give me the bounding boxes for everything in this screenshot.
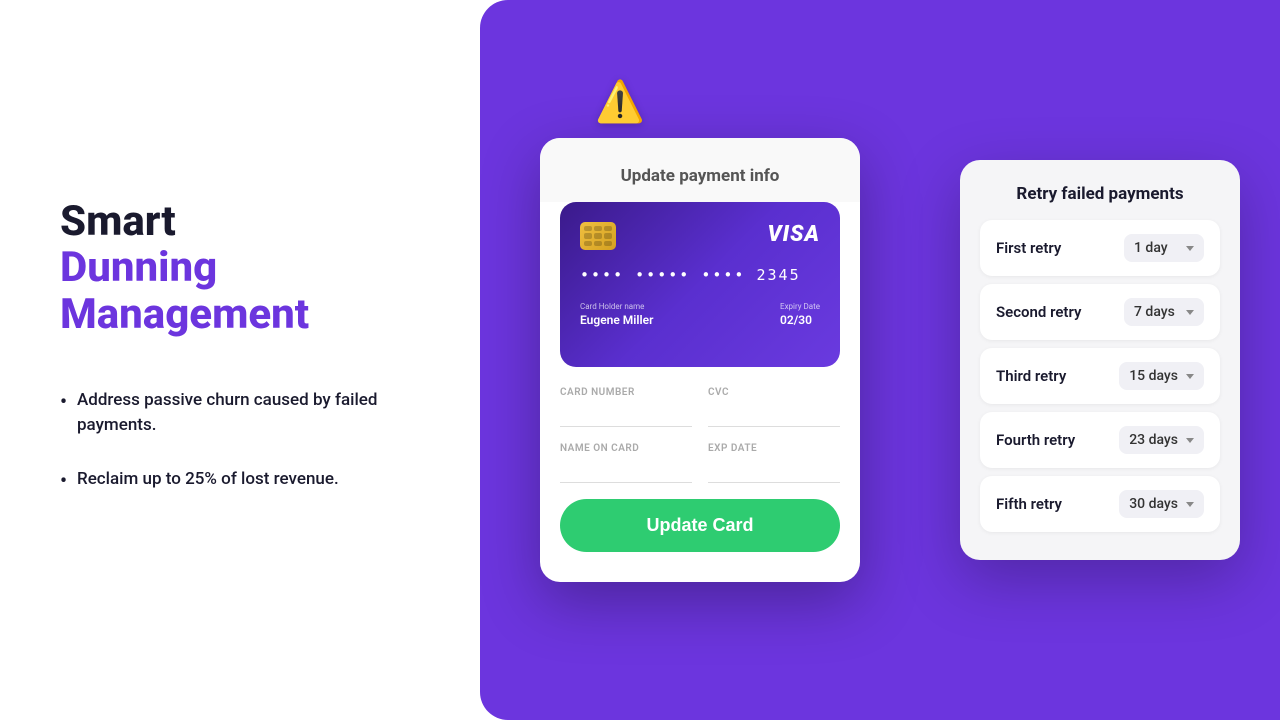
chevron-down-icon-1 <box>1186 246 1194 251</box>
heading-smart: Smart <box>60 199 420 245</box>
left-panel: Smart Dunning Management Address passive… <box>0 0 480 720</box>
name-exp-row: NAME ON CARD EXP DATE <box>560 443 840 483</box>
retry-row-1: First retry 1 day <box>980 220 1220 276</box>
retry-select-4[interactable]: 23 days <box>1119 426 1204 454</box>
retry-select-2[interactable]: 7 days <box>1124 298 1204 326</box>
retry-label-5: Fifth retry <box>996 495 1062 513</box>
retry-select-5[interactable]: 30 days <box>1119 490 1204 518</box>
card-expiry: Expiry Date 02/30 <box>780 302 820 327</box>
card-holder-name: Eugene Miller <box>580 313 653 327</box>
main-heading: Smart Dunning Management <box>60 199 420 338</box>
card-holder-label: Card Holder name <box>580 302 653 311</box>
feature-bullets: Address passive churn caused by failed p… <box>60 388 420 493</box>
retry-select-3[interactable]: 15 days <box>1119 362 1204 390</box>
bullet-2: Reclaim up to 25% of lost revenue. <box>60 467 420 493</box>
retry-label-4: Fourth retry <box>996 431 1075 449</box>
card-cvc-row: CARD NUMBER CVC <box>560 387 840 427</box>
retry-row-2: Second retry 7 days <box>980 284 1220 340</box>
credit-card: VISA •••• ••••• •••• 2345 Card Holder na… <box>560 202 840 367</box>
retry-label-2: Second retry <box>996 303 1081 321</box>
form-section: CARD NUMBER CVC NAME ON CARD EXP DATE <box>540 387 860 483</box>
payment-modal-header: Update payment info <box>540 138 860 202</box>
card-number-label: CARD NUMBER <box>560 387 692 398</box>
exp-field: EXP DATE <box>708 443 840 483</box>
card-details-row: Card Holder name Eugene Miller Expiry Da… <box>580 302 820 327</box>
payment-modal: Update payment info VISA •••• ••••• ••••… <box>540 138 860 582</box>
name-label: NAME ON CARD <box>560 443 692 454</box>
retry-row-3: Third retry 15 days <box>980 348 1220 404</box>
card-holder: Card Holder name Eugene Miller <box>580 302 653 327</box>
card-number-input[interactable] <box>560 402 692 427</box>
visa-logo: VISA <box>768 222 820 247</box>
retry-value-3: 15 days <box>1129 368 1178 384</box>
retry-select-1[interactable]: 1 day <box>1124 234 1204 262</box>
exp-input[interactable] <box>708 458 840 483</box>
cvc-label: CVC <box>708 387 840 398</box>
retry-panel-title: Retry failed payments <box>980 184 1220 204</box>
card-number: •••• ••••• •••• 2345 <box>580 266 820 284</box>
chevron-down-icon-4 <box>1186 438 1194 443</box>
retry-panel: Retry failed payments First retry 1 day … <box>960 160 1240 560</box>
chip-icon <box>580 222 616 250</box>
chevron-down-icon-5 <box>1186 502 1194 507</box>
name-input[interactable] <box>560 458 692 483</box>
left-content: Smart Dunning Management Address passive… <box>60 199 420 521</box>
retry-value-1: 1 day <box>1134 240 1168 256</box>
cvc-input[interactable] <box>708 402 840 427</box>
retry-value-4: 23 days <box>1129 432 1178 448</box>
name-field: NAME ON CARD <box>560 443 692 483</box>
retry-value-5: 30 days <box>1129 496 1178 512</box>
warning-icon: ⚠️ <box>595 78 645 125</box>
exp-label: EXP DATE <box>708 443 840 454</box>
card-number-field: CARD NUMBER <box>560 387 692 427</box>
chevron-down-icon-2 <box>1186 310 1194 315</box>
cvc-field: CVC <box>708 387 840 427</box>
update-card-button[interactable]: Update Card <box>560 499 840 552</box>
expiry-label: Expiry Date <box>780 302 820 311</box>
heading-dunning: Dunning Management <box>60 245 420 337</box>
expiry-date: 02/30 <box>780 313 820 327</box>
retry-label-1: First retry <box>996 239 1061 257</box>
right-panel: ⚠️ Update payment info VISA •••• ••••• •… <box>480 0 1280 720</box>
retry-row-4: Fourth retry 23 days <box>980 412 1220 468</box>
bullet-1: Address passive churn caused by failed p… <box>60 388 420 439</box>
retry-label-3: Third retry <box>996 367 1066 385</box>
chevron-down-icon-3 <box>1186 374 1194 379</box>
retry-row-5: Fifth retry 30 days <box>980 476 1220 532</box>
retry-value-2: 7 days <box>1134 304 1175 320</box>
